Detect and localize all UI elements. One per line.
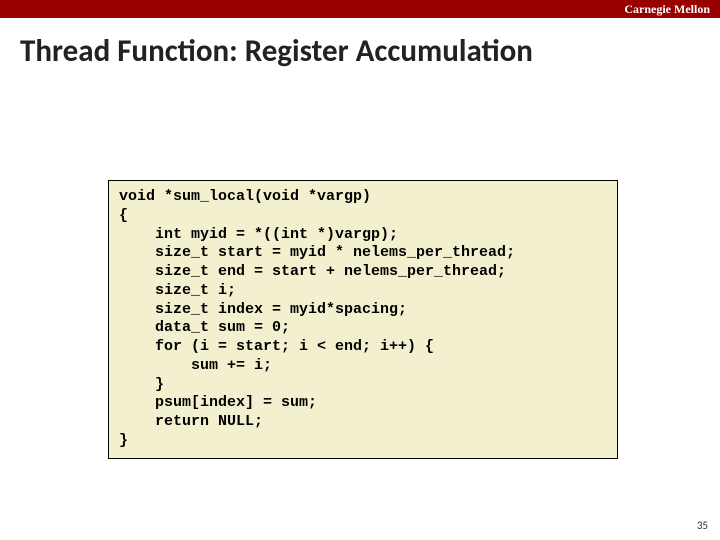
slide: Carnegie Mellon Thread Function: Registe…	[0, 0, 720, 540]
slide-title: Thread Function: Register Accumulation	[0, 18, 720, 70]
code-line: data_t sum = 0;	[119, 319, 607, 338]
code-line: void *sum_local(void *vargp)	[119, 188, 607, 207]
code-box: void *sum_local(void *vargp) { int myid …	[108, 180, 618, 459]
page-number: 35	[697, 519, 708, 532]
code-line: int myid = *((int *)vargp);	[119, 226, 607, 245]
code-line: }	[119, 432, 607, 451]
code-line: return NULL;	[119, 413, 607, 432]
code-line: sum += i;	[119, 357, 607, 376]
code-line: psum[index] = sum;	[119, 394, 607, 413]
code-line: }	[119, 376, 607, 395]
code-line: size_t i;	[119, 282, 607, 301]
code-line: for (i = start; i < end; i++) {	[119, 338, 607, 357]
code-line: {	[119, 207, 607, 226]
code-line: size_t start = myid * nelems_per_thread;	[119, 244, 607, 263]
brand-label: Carnegie Mellon	[624, 2, 710, 17]
code-line: size_t end = start + nelems_per_thread;	[119, 263, 607, 282]
code-line: size_t index = myid*spacing;	[119, 301, 607, 320]
top-bar: Carnegie Mellon	[0, 0, 720, 18]
